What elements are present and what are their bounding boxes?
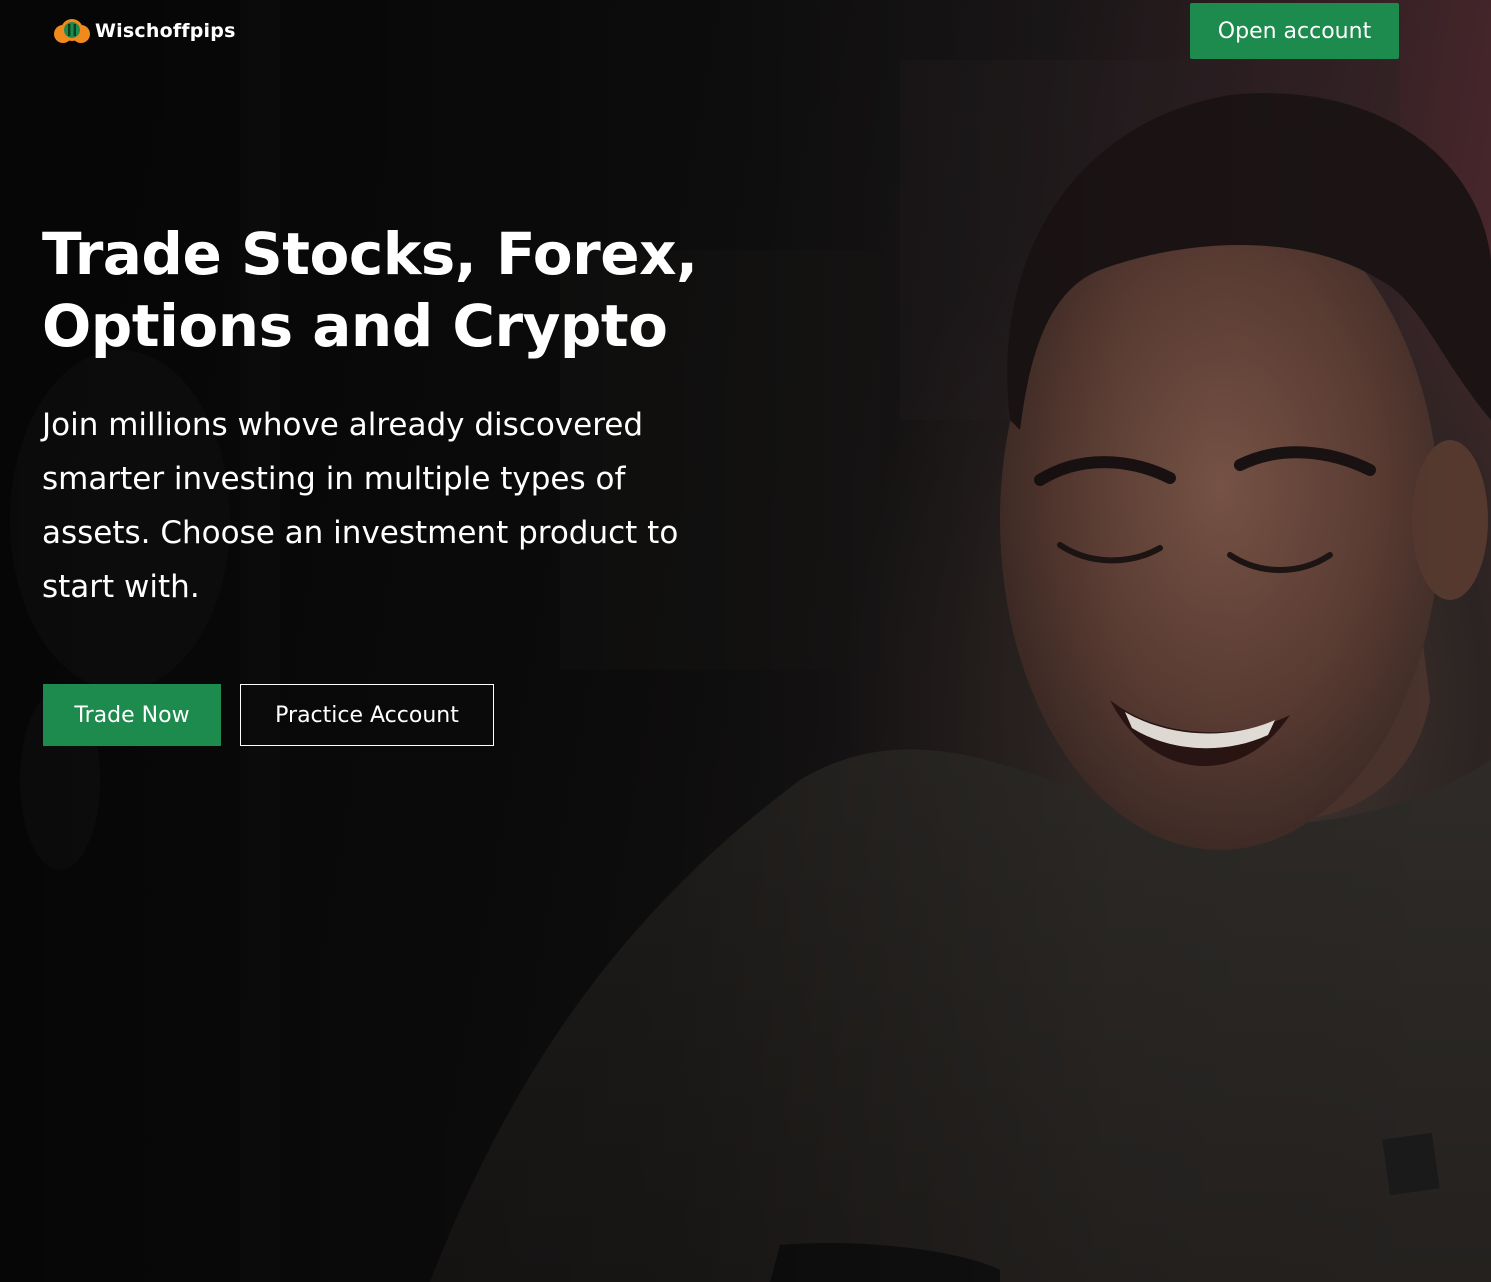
navbar: Wischoffpips Open account xyxy=(0,0,1491,70)
headline-line-1: Trade Stocks, Forex, xyxy=(42,220,698,288)
trade-now-button[interactable]: Trade Now xyxy=(43,684,221,746)
open-account-button[interactable]: Open account xyxy=(1190,3,1399,59)
coin-logo-icon xyxy=(54,19,90,43)
hero-overlay xyxy=(0,0,1491,1282)
practice-account-button[interactable]: Practice Account xyxy=(240,684,494,746)
brand-name: Wischoffpips xyxy=(95,20,236,42)
headline-line-2: Options and Crypto xyxy=(42,292,668,360)
hero-subtitle: Join millions whove already discovered s… xyxy=(42,407,679,605)
hero-headline: Trade Stocks, Forex, Options and Crypto xyxy=(42,218,762,362)
hero-section: Wischoffpips Open account Trade Stocks, … xyxy=(0,0,1491,1282)
brand-logo[interactable]: Wischoffpips xyxy=(53,16,236,46)
